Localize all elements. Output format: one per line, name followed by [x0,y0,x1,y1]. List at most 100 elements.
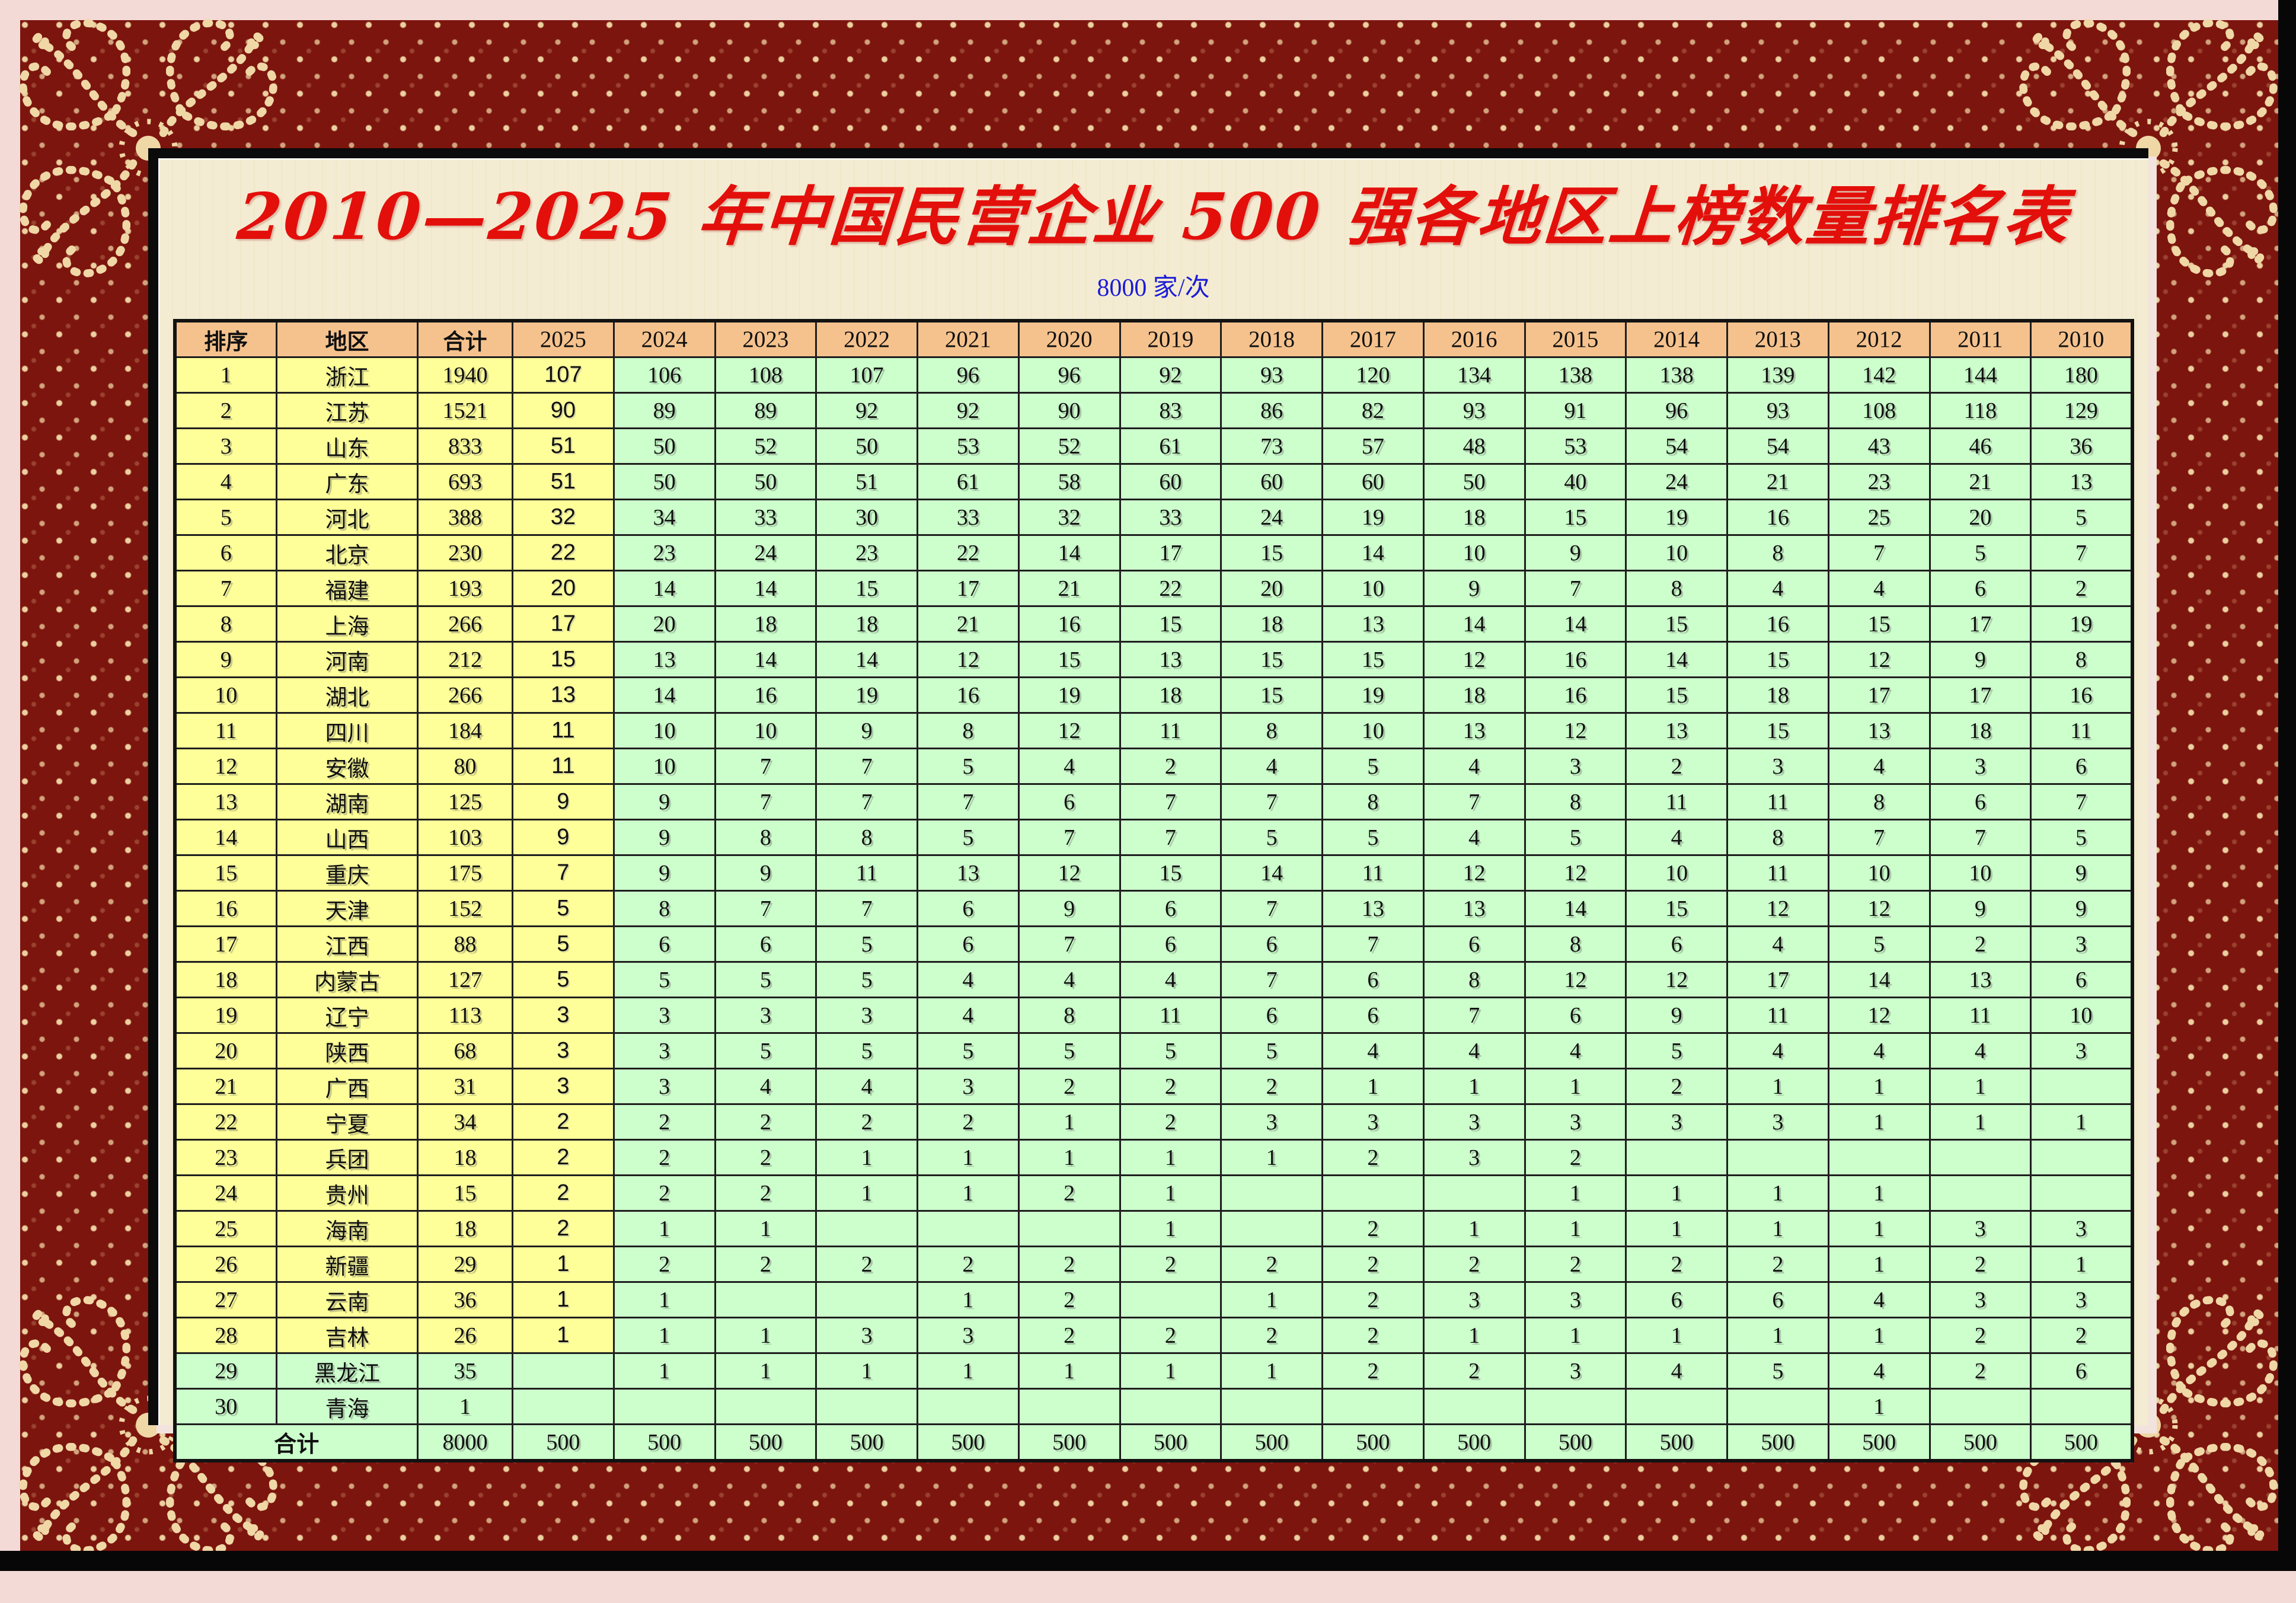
cell-year-value: 6 [1727,1282,1829,1318]
cell-year-value: 2 [1018,1282,1120,1318]
table-row: 24贵州1522211211111 [175,1176,2132,1211]
cell-year-value: 13 [918,855,1019,891]
cell-year-value: 18 [1221,606,1323,642]
content-panel: 2010—2025 年中国民营企业 500 强各地区上榜数量排名表 8000 家… [148,148,2148,1425]
cell-year-value: 3 [513,1069,614,1104]
ranking-table: 排序地区合计2025202420232022202120202019201820… [173,319,2134,1463]
cell-year-value: 3 [715,998,816,1033]
cell-year-value: 1 [1423,1318,1525,1353]
cell-year-value: 107 [816,357,918,393]
cell-year-value: 43 [1828,429,1930,464]
cell-year-value: 2 [1930,1247,2031,1282]
cell-year-value: 2 [1626,1247,1727,1282]
cell-year-value: 93 [1423,393,1525,429]
cell-rank: 6 [175,535,277,571]
cell-year-value: 2 [614,1140,715,1176]
cell-year-value: 82 [1323,393,1424,429]
cell-year-value: 1 [1828,1104,1930,1140]
column-header: 2012 [1828,321,1930,357]
cell-year-value: 2 [918,1247,1019,1282]
cell-region: 广西 [277,1069,418,1104]
cell-year-value: 16 [1727,606,1829,642]
column-header: 2021 [918,321,1019,357]
cell-year-value: 11 [2031,713,2132,749]
cell-year-value: 1 [2031,1247,2132,1282]
cell-year-value [1525,1389,1626,1425]
cell-year-value: 1 [1221,1140,1323,1176]
table-row: 26新疆291222222222222121 [175,1247,2132,1282]
cell-region: 贵州 [277,1176,418,1211]
cell-year-value: 23 [614,535,715,571]
cell-year-value: 3 [816,1318,918,1353]
year-total: 500 [2031,1425,2132,1461]
table-row: 7福建1932014141517212220109784462 [175,571,2132,606]
cell-rank: 20 [175,1033,277,1069]
cell-year-value: 5 [513,891,614,927]
cell-year-value: 5 [1727,1353,1829,1389]
cell-year-value: 8 [1525,784,1626,820]
cell-year-value: 5 [918,1033,1019,1069]
cell-year-value: 3 [1525,1282,1626,1318]
cell-year-value: 4 [1828,1353,1930,1389]
cell-year-value [1221,1176,1323,1211]
cell-total: 1940 [418,357,513,393]
cell-year-value: 1 [1423,1069,1525,1104]
cell-year-value: 2 [715,1140,816,1176]
cell-region: 浙江 [277,357,418,393]
cell-year-value: 4 [1828,571,1930,606]
cell-year-value: 15 [1221,678,1323,713]
cell-region: 湖北 [277,678,418,713]
cell-year-value: 6 [1626,1282,1727,1318]
cell-year-value: 10 [1323,571,1424,606]
cell-year-value [715,1282,816,1318]
cell-year-value: 19 [1323,678,1424,713]
cell-year-value [1018,1211,1120,1247]
table-row: 17江西885665676676864523 [175,927,2132,962]
cell-year-value: 17 [513,606,614,642]
cell-year-value: 12 [1018,855,1120,891]
cell-year-value: 83 [1120,393,1221,429]
year-total: 500 [1828,1425,1930,1461]
cell-year-value: 8 [1828,784,1930,820]
cell-year-value: 1 [1018,1140,1120,1176]
cell-year-value: 6 [1323,962,1424,998]
cell-year-value: 108 [715,357,816,393]
column-header: 排序 [175,321,277,357]
cell-year-value: 4 [816,1069,918,1104]
total-label: 合计 [175,1425,418,1461]
table-row: 1浙江1940107106108107969692931201341381381… [175,357,2132,393]
cell-total: 1521 [418,393,513,429]
cell-year-value: 2 [1221,1318,1323,1353]
cell-year-value: 5 [1930,535,2031,571]
page-title: 2010—2025 年中国民营企业 500 强各地区上榜数量排名表 [155,176,2151,258]
table-row: 11四川18411101098121181013121315131811 [175,713,2132,749]
cell-year-value: 2 [1930,1353,2031,1389]
cell-year-value: 21 [918,606,1019,642]
column-header: 2015 [1525,321,1626,357]
cell-year-value: 6 [2031,962,2132,998]
table-row: 10湖北26613141619161918151918161518171716 [175,678,2132,713]
cell-year-value: 15 [1221,535,1323,571]
cell-year-value: 1 [1626,1211,1727,1247]
cell-year-value: 1 [1828,1069,1930,1104]
cell-year-value: 4 [1626,820,1727,855]
cell-total: 34 [418,1104,513,1140]
cell-year-value: 5 [1525,820,1626,855]
cell-year-value: 8 [1221,713,1323,749]
cell-region: 上海 [277,606,418,642]
cell-year-value [1727,1389,1829,1425]
year-total: 500 [1221,1425,1323,1461]
cell-total: 113 [418,998,513,1033]
cell-year-value: 61 [1120,429,1221,464]
cell-year-value [1120,1389,1221,1425]
cell-year-value: 9 [513,784,614,820]
cell-year-value: 5 [918,749,1019,784]
cell-year-value: 15 [1626,891,1727,927]
cell-year-value: 5 [816,962,918,998]
cell-region: 江西 [277,927,418,962]
table-row: 4广东69351505051615860606050402421232113 [175,464,2132,500]
cell-region: 北京 [277,535,418,571]
cell-year-value: 3 [816,998,918,1033]
cell-year-value: 2 [1423,1353,1525,1389]
cell-year-value: 5 [513,927,614,962]
